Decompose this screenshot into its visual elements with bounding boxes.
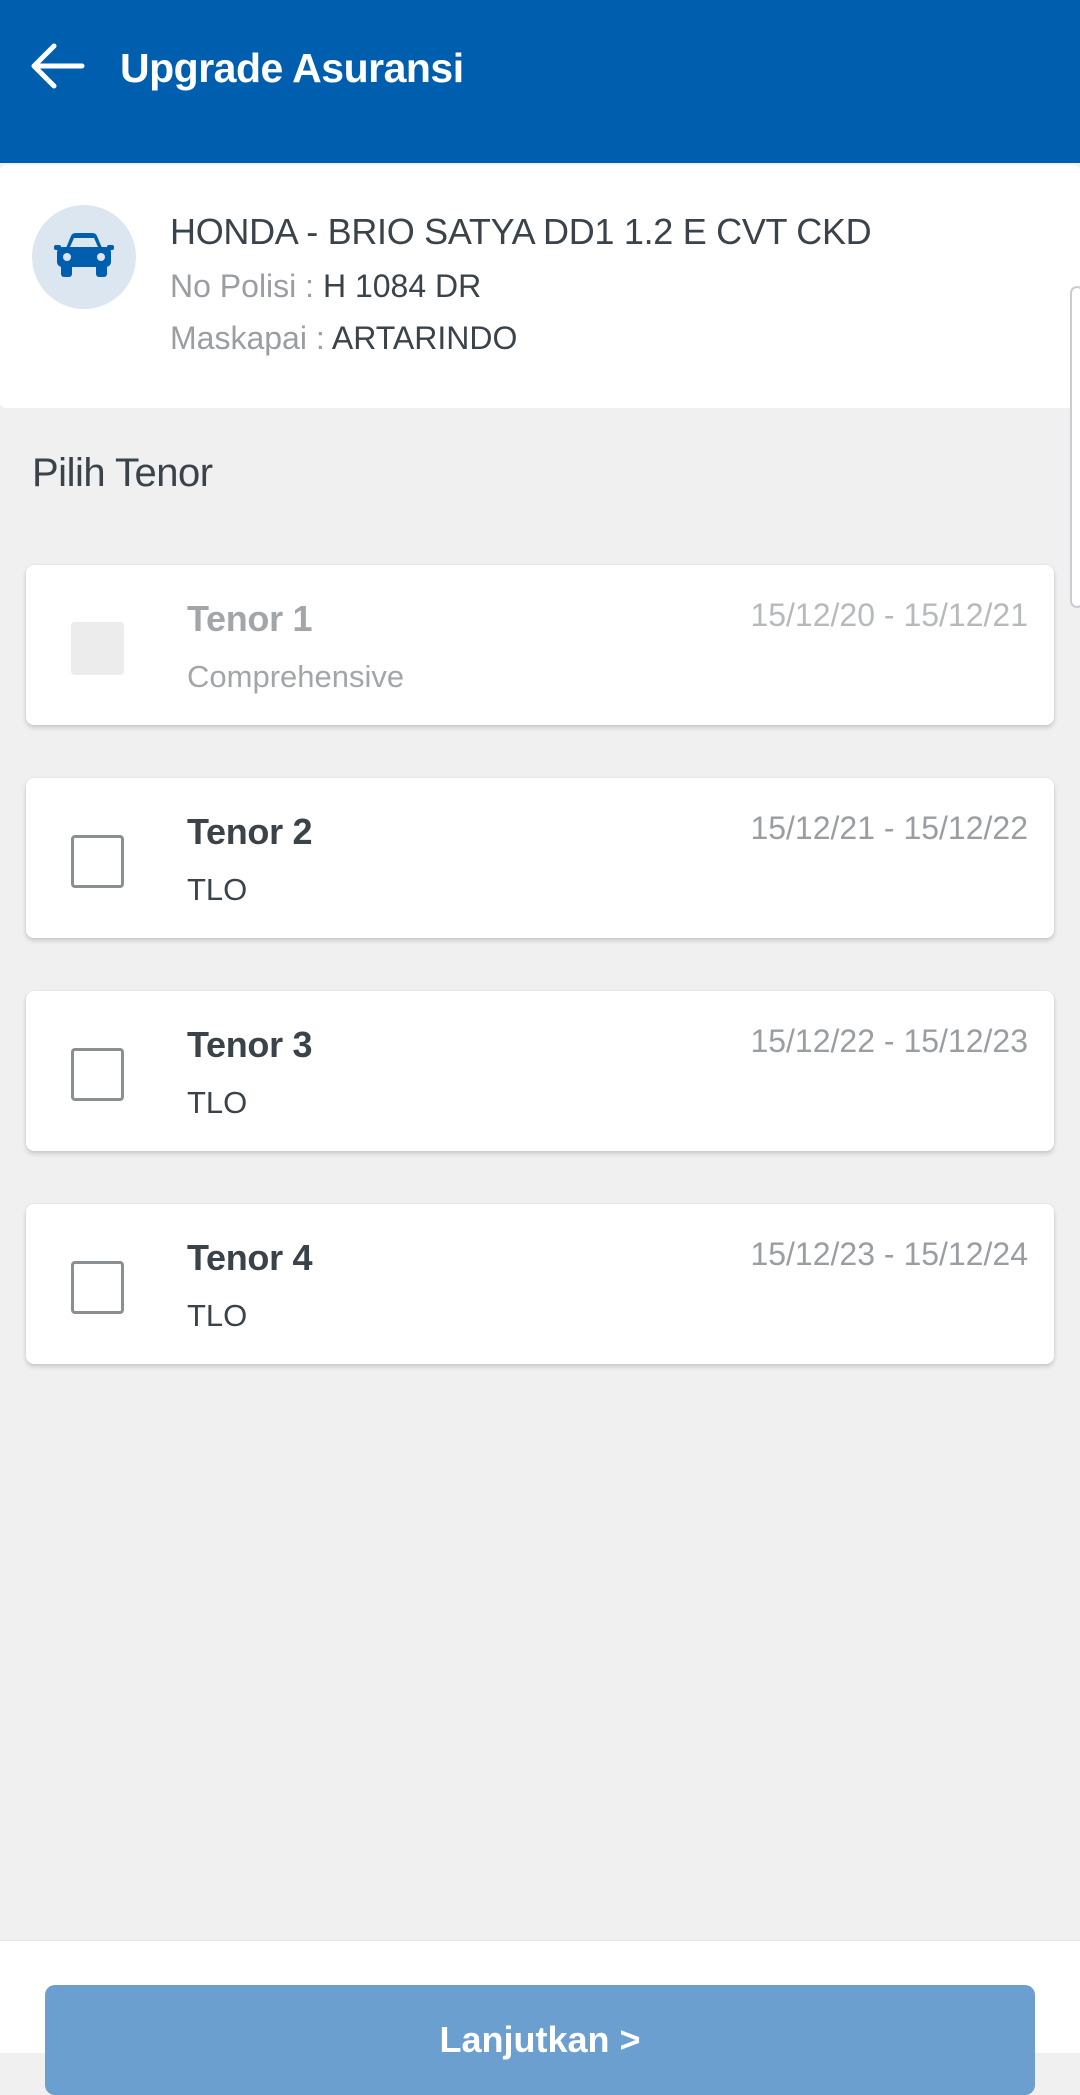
tenor-period: 15/12/21 - 15/12/22: [750, 810, 1028, 846]
tenor-coverage-type: TLO: [187, 1085, 248, 1120]
tenor-option-2[interactable]: Tenor 2 TLO 15/12/21 - 15/12/22: [26, 778, 1054, 938]
tenor-checkbox[interactable]: [71, 835, 124, 888]
insurer-value: ARTARINDO: [331, 320, 518, 356]
tenor-title: Tenor 1: [187, 598, 313, 639]
back-button[interactable]: [26, 36, 90, 100]
tenor-coverage-type: Comprehensive: [187, 659, 405, 694]
tenor-title: Tenor 4: [187, 1237, 313, 1278]
continue-button[interactable]: Lanjutkan >: [45, 1985, 1035, 2095]
scroll-handle[interactable]: [1070, 286, 1080, 608]
tenor-coverage-type: TLO: [187, 1298, 248, 1333]
tenor-checkbox[interactable]: [71, 1261, 124, 1314]
tenor-option-3[interactable]: Tenor 3 TLO 15/12/22 - 15/12/23: [26, 991, 1054, 1151]
tenor-period: 15/12/22 - 15/12/23: [750, 1023, 1028, 1059]
policy-number-label: No Polisi :: [170, 268, 323, 304]
bottom-action-bar: Lanjutkan >: [0, 1940, 1080, 2095]
tenor-checkbox[interactable]: [71, 1048, 124, 1101]
insurer-label: Maskapai :: [170, 320, 332, 356]
tenor-checkbox: [71, 622, 124, 675]
tenor-option-1: Tenor 1 Comprehensive 15/12/20 - 15/12/2…: [26, 565, 1054, 725]
car-icon: [54, 230, 114, 285]
vehicle-name: HONDA - BRIO SATYA DD1 1.2 E CVT CKD: [170, 211, 872, 252]
vehicle-summary-card: HONDA - BRIO SATYA DD1 1.2 E CVT CKD No …: [0, 165, 1080, 408]
policy-number-value: H 1084 DR: [322, 268, 482, 304]
tenor-title: Tenor 2: [187, 811, 313, 852]
vehicle-avatar: [32, 205, 136, 309]
arrow-left-icon: [30, 42, 86, 95]
app-bar: Upgrade Asuransi: [0, 0, 1080, 163]
tenor-option-4[interactable]: Tenor 4 TLO 15/12/23 - 15/12/24: [26, 1204, 1054, 1364]
insurer-row: Maskapai : ARTARINDO: [170, 318, 517, 358]
tenor-period: 15/12/23 - 15/12/24: [750, 1236, 1028, 1272]
tenor-coverage-type: TLO: [187, 872, 248, 907]
tenor-period: 15/12/20 - 15/12/21: [750, 597, 1028, 633]
tenor-title: Tenor 3: [187, 1024, 313, 1065]
section-title: Pilih Tenor: [32, 451, 213, 495]
policy-number-row: No Polisi : H 1084 DR: [170, 266, 481, 306]
page-title: Upgrade Asuransi: [120, 45, 464, 91]
